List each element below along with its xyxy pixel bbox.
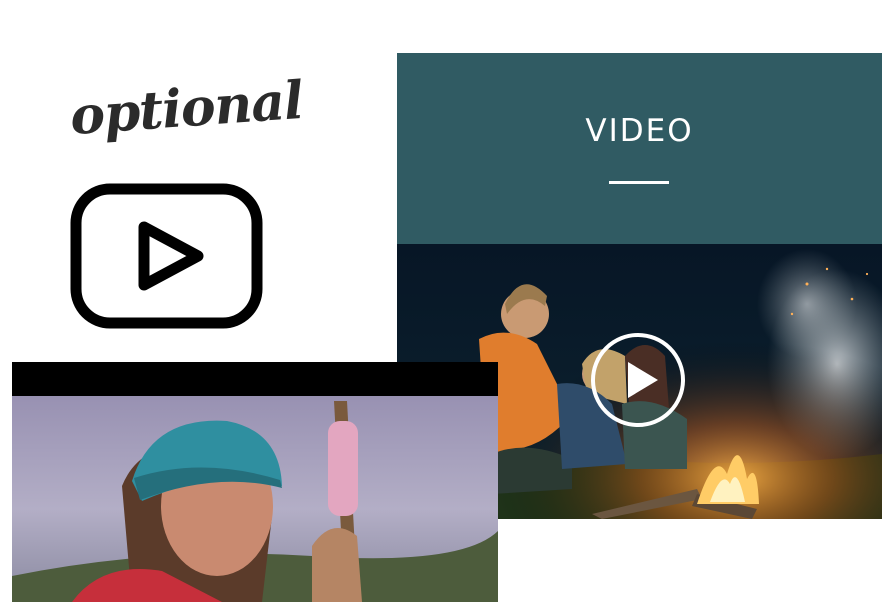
- title-underline: [609, 181, 669, 184]
- optional-label: optional: [68, 69, 305, 148]
- video-still: [12, 396, 498, 602]
- youtube-play-icon: [70, 183, 263, 329]
- video-header: VIDEO: [397, 53, 882, 244]
- video-frame[interactable]: [12, 362, 498, 602]
- frame-letterbox-bar: [12, 362, 498, 396]
- play-circle-icon[interactable]: [590, 332, 686, 428]
- video-title: VIDEO: [585, 113, 694, 149]
